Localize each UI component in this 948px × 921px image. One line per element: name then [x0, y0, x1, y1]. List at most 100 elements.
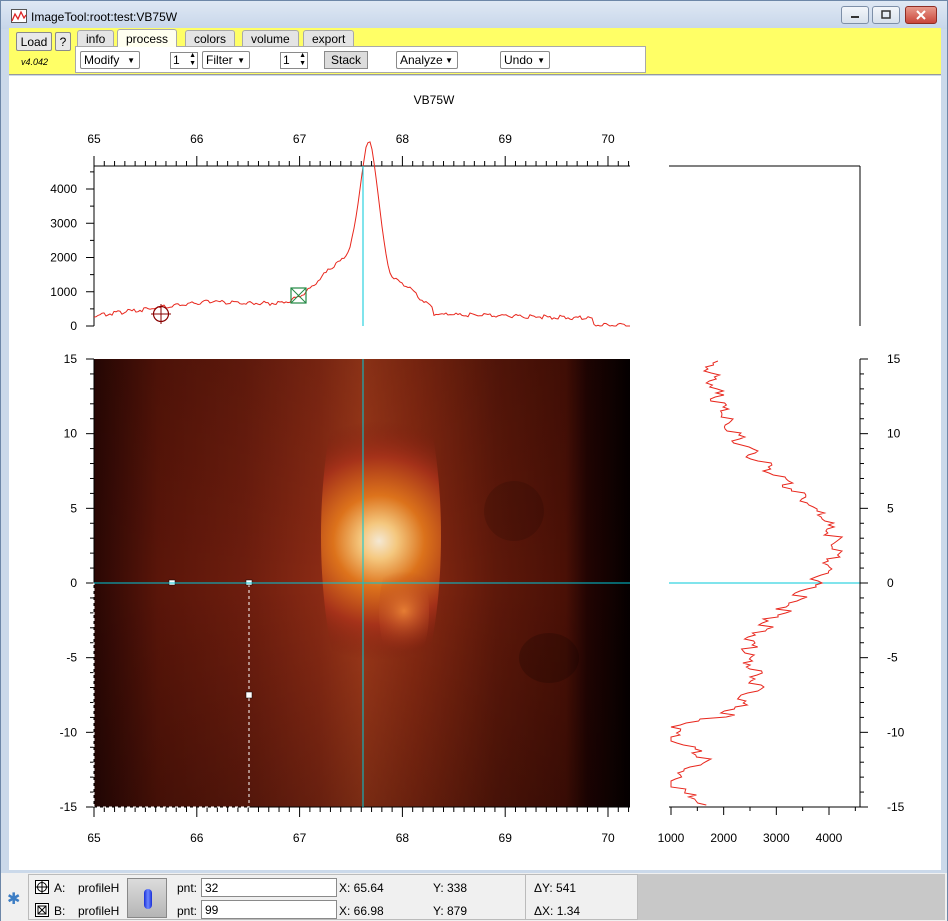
cursor-a-y: Y: 338: [433, 881, 468, 895]
cursor-a-icon[interactable]: [35, 880, 49, 894]
bottom-x-tick-label: 68: [396, 831, 410, 845]
right-y-tick-label: -10: [887, 725, 905, 739]
help-button[interactable]: ?: [55, 32, 71, 51]
right-y-tick-label: 10: [887, 427, 901, 441]
analyze-menu[interactable]: Analyze ▼: [396, 51, 458, 69]
right-y-tick-label: 5: [887, 501, 894, 515]
right-x-tick-label: 2000: [710, 831, 737, 845]
tab-info[interactable]: info: [77, 30, 115, 47]
image-y-tick-label: 15: [64, 352, 78, 366]
filter-menu-label: Filter: [206, 53, 233, 67]
cursor-b-icon[interactable]: [35, 903, 49, 917]
top-x-axis: 65 66 67 68 69 70: [87, 132, 630, 166]
cursor-b-x: X: 66.98: [339, 904, 384, 918]
bottom-x-tick-label: 69: [499, 831, 513, 845]
image-y-tick-label: 5: [70, 501, 77, 515]
profile-y-tick-label: 1000: [50, 285, 77, 299]
image-y-tick-label: 10: [64, 427, 78, 441]
cursor-a-label: A:: [54, 881, 66, 895]
bottom-x-tick-label: 66: [190, 831, 204, 845]
profile-thumbnail-icon[interactable]: [127, 878, 167, 918]
undo-menu[interactable]: Undo ▼: [500, 51, 550, 69]
top-x-tick-label: 70: [601, 132, 615, 146]
profile-h-plot-area[interactable]: [94, 166, 630, 326]
bottom-x-tick-label: 65: [87, 831, 101, 845]
filter-count-value: 1: [173, 53, 180, 67]
tab-colors[interactable]: colors: [185, 30, 236, 47]
top-x-tick-label: 65: [87, 132, 101, 146]
right-y-tick-label: -5: [887, 651, 898, 665]
chevron-down-icon: ▼: [237, 56, 245, 65]
maximize-icon: [881, 10, 891, 19]
profile-y-tick-label: 4000: [50, 182, 77, 196]
modify-menu[interactable]: Modify ▼: [80, 51, 140, 69]
stack-button[interactable]: Stack: [324, 51, 368, 69]
maximize-button[interactable]: [872, 6, 900, 24]
bottom-x-tick-label: 70: [601, 831, 615, 845]
top-x-tick-label: 69: [499, 132, 513, 146]
image-y-tick-label: 0: [70, 576, 77, 590]
delta-x-readout: ΔX: 1.34: [534, 904, 581, 918]
right-x-tick-label: 4000: [816, 831, 843, 845]
graph-window[interactable]: VB75W 65 66 67 68 69 70 4000 3000 2000 1000 0: [9, 76, 941, 870]
cursor-b-wave: profileH: [78, 904, 120, 918]
filter-menu[interactable]: Filter ▼: [202, 51, 250, 69]
bottom-x-tick-label: 67: [293, 831, 307, 845]
undo-menu-label: Undo: [504, 53, 533, 67]
cursor-b-y: Y: 879: [433, 904, 468, 918]
cursor-a-pnt-label: pnt:: [177, 881, 198, 895]
filter-count-stepper[interactable]: 1 ▲ ▼: [170, 52, 198, 69]
window-frame: ImageTool:root:test:VB75W Load ? v4.042 …: [0, 0, 948, 921]
igor-app-icon: [11, 9, 27, 23]
close-icon: [916, 10, 926, 20]
profile-y-tick-label: 0: [70, 319, 77, 333]
delta-y-readout: ΔY: 541: [534, 881, 577, 895]
title-bar[interactable]: ImageTool:root:test:VB75W: [1, 1, 947, 29]
load-button[interactable]: Load: [16, 32, 52, 51]
bottom-x-axis: 65 66 67 68 69 70: [87, 807, 630, 845]
profile-v-y-axis: 15 10 5 0 -5 -10 -15: [860, 352, 905, 814]
top-x-tick-label: 66: [190, 132, 204, 146]
tab-volume[interactable]: volume: [242, 30, 299, 47]
image-plot[interactable]: [94, 336, 630, 807]
image-y-axis: 15 10 5 0 -5 -10 -15: [60, 352, 94, 814]
image-y-tick-label: -5: [66, 651, 77, 665]
cursor-a-x: X: 65.64: [339, 881, 384, 895]
stack-count-stepper[interactable]: 1 ▲ ▼: [280, 52, 308, 69]
process-tab-panel: Modify ▼ 1 ▲ ▼ Filter ▼ 1 ▲ ▼ Stack Analyze ▼ U…: [75, 46, 646, 73]
chevron-down-icon: ▼: [445, 56, 453, 65]
version-label: v4.042: [21, 57, 49, 67]
cursor-b-pnt-field[interactable]: 99: [201, 900, 337, 919]
stack-count-value: 1: [283, 53, 290, 67]
close-button[interactable]: [905, 6, 937, 24]
profile-y-tick-label: 2000: [50, 251, 77, 265]
cursor-a-pnt-field[interactable]: 32: [201, 878, 337, 897]
tab-export[interactable]: export: [303, 30, 355, 47]
stepper-arrows-icon[interactable]: ▲ ▼: [299, 52, 306, 68]
chevron-down-icon: ▼: [127, 56, 135, 65]
image-y-tick-label: -10: [60, 725, 78, 739]
cursor-a-marker[interactable]: [151, 304, 171, 324]
top-x-tick-label: 67: [293, 132, 307, 146]
chevron-down-icon: ▼: [537, 56, 545, 65]
status-divider: [525, 875, 526, 919]
right-x-tick-label: 3000: [763, 831, 790, 845]
tab-process[interactable]: process: [117, 29, 178, 47]
cursor-info-panel: A: profileH B: profileH pnt: 32 pnt: 99 …: [28, 874, 638, 920]
right-y-tick-label: 0: [887, 576, 894, 590]
plot-title: VB75W: [414, 93, 455, 107]
profile-h-y-axis: 4000 3000 2000 1000 0: [50, 171, 94, 333]
minimize-button[interactable]: [841, 6, 869, 24]
modify-menu-label: Modify: [84, 53, 120, 67]
window-title: ImageTool:root:test:VB75W: [31, 10, 178, 24]
cursor-b-pnt-label: pnt:: [177, 904, 198, 918]
image-plot-svg[interactable]: VB75W 65 66 67 68 69 70 40003000200010000: [9, 76, 941, 870]
cursor-b-marker[interactable]: [290, 287, 307, 304]
cursor-b-label: B:: [54, 904, 66, 918]
horizontal-profile-line: [93, 141, 630, 327]
stepper-arrows-icon[interactable]: ▲ ▼: [189, 52, 196, 68]
image-y-tick-label: -15: [60, 800, 78, 814]
top-x-tick-label: 68: [396, 132, 410, 146]
gear-icon[interactable]: ✱: [7, 889, 20, 909]
analyze-menu-label: Analyze: [400, 53, 443, 67]
